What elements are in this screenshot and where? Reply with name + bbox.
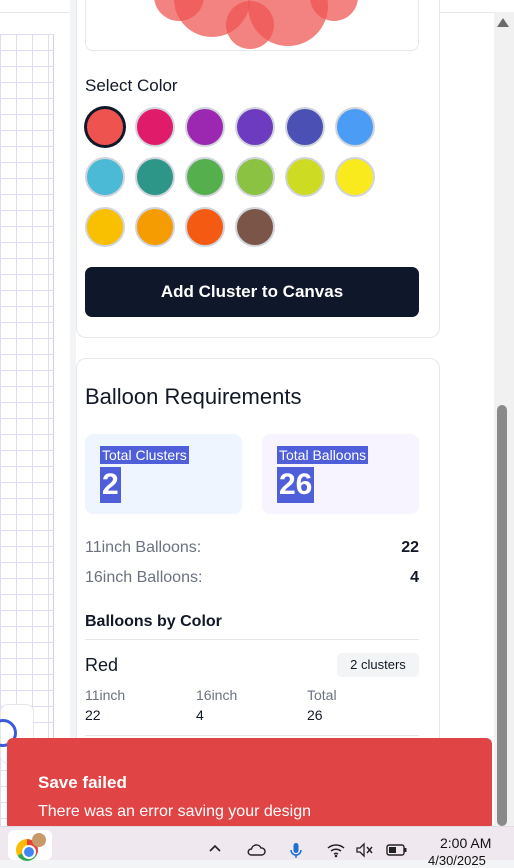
col-11inch-value: 22 bbox=[85, 707, 101, 723]
color-swatch-yellow[interactable] bbox=[335, 157, 375, 197]
color-swatch-purple[interactable] bbox=[185, 107, 225, 147]
col-total-value: 26 bbox=[307, 707, 323, 723]
size-row-label: 11inch Balloons: bbox=[85, 539, 202, 556]
col-11inch-label: 11inch bbox=[85, 687, 126, 703]
total-balloons-stat: Total Balloons 26 bbox=[262, 434, 419, 514]
color-swatch-cyan[interactable] bbox=[85, 157, 125, 197]
col-total-label: Total bbox=[307, 687, 337, 703]
add-cluster-button[interactable]: Add Cluster to Canvas bbox=[85, 267, 419, 317]
col-16inch-label: 16inch bbox=[196, 687, 238, 703]
balloons-by-color-title: Balloons by Color bbox=[85, 613, 222, 630]
color-entry-name: Red bbox=[85, 655, 119, 675]
total-clusters-value: 2 bbox=[100, 467, 121, 503]
total-balloons-label: Total Balloons bbox=[277, 446, 369, 464]
col-16inch-value: 4 bbox=[196, 707, 204, 723]
error-toast[interactable]: Save failed There was an error saving yo… bbox=[7, 738, 492, 826]
cluster-preview bbox=[85, 0, 419, 51]
color-swatch-blue[interactable] bbox=[335, 107, 375, 147]
divider bbox=[85, 735, 419, 736]
color-swatch-deep-purple[interactable] bbox=[235, 107, 275, 147]
chrome-taskbar-button[interactable] bbox=[8, 830, 52, 861]
scrollbar-thumb[interactable] bbox=[497, 405, 507, 826]
size-row-value: 22 bbox=[401, 539, 419, 556]
size-row-label: 16inch Balloons: bbox=[85, 569, 203, 586]
select-color-label: Select Color bbox=[85, 76, 178, 95]
cluster-count-badge: 2 clusters bbox=[337, 653, 419, 677]
total-balloons-value: 26 bbox=[277, 467, 315, 503]
color-swatch-light-green[interactable] bbox=[235, 157, 275, 197]
clock-time[interactable]: 2:00 AM bbox=[440, 835, 491, 851]
color-swatch-green[interactable] bbox=[185, 157, 225, 197]
size-row-value: 4 bbox=[410, 569, 419, 586]
total-clusters-stat: Total Clusters 2 bbox=[85, 434, 242, 514]
requirements-title: Balloon Requirements bbox=[85, 384, 302, 409]
color-swatch-lime[interactable] bbox=[285, 157, 325, 197]
color-swatch-indigo[interactable] bbox=[285, 107, 325, 147]
clock-date[interactable]: 4/30/2025 bbox=[428, 853, 486, 868]
chevron-up-icon[interactable] bbox=[208, 842, 222, 861]
color-swatch-red[interactable] bbox=[85, 107, 125, 147]
toast-description: There was an error saving your design bbox=[38, 803, 312, 820]
color-swatch-teal[interactable] bbox=[135, 157, 175, 197]
color-swatch-brown[interactable] bbox=[235, 207, 275, 247]
divider bbox=[85, 639, 419, 640]
color-swatch-deep-orange[interactable] bbox=[185, 207, 225, 247]
toast-title: Save failed bbox=[38, 773, 127, 792]
color-swatch-pink[interactable] bbox=[135, 107, 175, 147]
microphone-icon[interactable] bbox=[289, 842, 303, 865]
total-clusters-label: Total Clusters bbox=[100, 446, 189, 464]
color-swatch-amber[interactable] bbox=[85, 207, 125, 247]
app-viewport: Select Color Add Cluster to Canvas Ballo… bbox=[0, 0, 514, 826]
profile-avatar bbox=[32, 833, 46, 847]
color-swatch-orange[interactable] bbox=[135, 207, 175, 247]
scroll-up-arrow-icon[interactable] bbox=[497, 18, 509, 27]
